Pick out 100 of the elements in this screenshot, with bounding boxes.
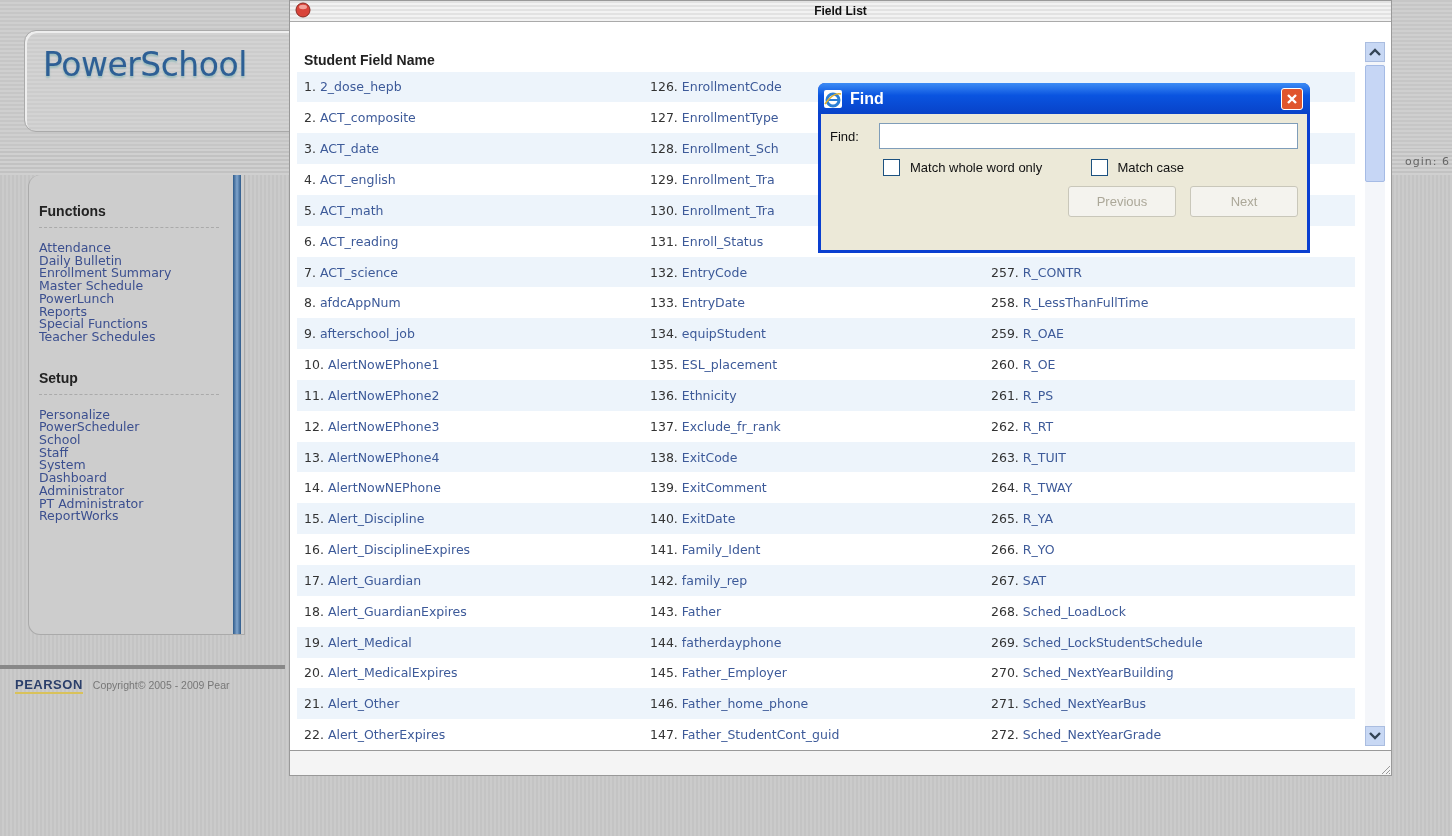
field-link[interactable]: 16. Alert_DisciplineExpires bbox=[304, 542, 471, 558]
field-link[interactable]: 126. EnrollmentCode bbox=[650, 79, 782, 95]
field-link[interactable]: 11. AlertNowEPhone2 bbox=[304, 387, 440, 403]
field-link[interactable]: 15. Alert_Discipline bbox=[304, 511, 425, 527]
field-link[interactable]: 139. ExitComment bbox=[650, 480, 767, 496]
field-link[interactable]: 3. ACT_date bbox=[304, 141, 380, 157]
field-link[interactable]: 272. Sched_NextYearGrade bbox=[991, 727, 1162, 743]
field-link[interactable]: 146. Father_home_phone bbox=[650, 696, 809, 712]
field-link[interactable]: 5. ACT_math bbox=[304, 202, 384, 218]
sidebar-link[interactable]: Enrollment Summary bbox=[39, 267, 172, 281]
field-link[interactable]: 137. Exclude_fr_rank bbox=[650, 418, 781, 434]
field-link[interactable]: 145. Father_Employer bbox=[650, 665, 787, 681]
field-link[interactable]: 258. R_LessThanFullTime bbox=[991, 295, 1149, 311]
field-link[interactable]: 267. SAT bbox=[991, 572, 1047, 588]
close-button[interactable] bbox=[1281, 87, 1303, 110]
checkbox[interactable] bbox=[883, 159, 900, 176]
field-link[interactable]: 135. ESL_placement bbox=[650, 357, 778, 373]
resize-grip-icon[interactable] bbox=[1379, 763, 1391, 775]
field-link[interactable]: 264. R_TWAY bbox=[991, 480, 1073, 496]
field-link[interactable]: 131. Enroll_Status bbox=[650, 233, 764, 249]
copyright-text: Copyright© 2005 - 2009 Pear bbox=[92, 679, 230, 691]
field-link[interactable]: 9. afterschool_job bbox=[304, 326, 415, 342]
sidebar-link[interactable]: Dashboard bbox=[39, 472, 107, 485]
sidebar-link[interactable]: Administrator bbox=[39, 484, 125, 498]
window-title: Field List bbox=[814, 4, 867, 18]
checkbox[interactable] bbox=[1090, 159, 1108, 176]
chevron-down-icon bbox=[1369, 732, 1381, 740]
field-link[interactable]: 133. EntryDate bbox=[650, 295, 745, 311]
sidebar-link[interactable]: PT Administrator bbox=[39, 497, 144, 511]
checkbox-label: Match whole word only bbox=[910, 160, 1043, 175]
field-link[interactable]: 22. Alert_OtherExpires bbox=[304, 727, 446, 743]
field-link[interactable]: 271. Sched_NextYearBus bbox=[991, 696, 1147, 712]
field-link[interactable]: 138. ExitCode bbox=[650, 449, 738, 465]
field-link[interactable]: 142. family_rep bbox=[650, 572, 748, 588]
find-field[interactable] bbox=[878, 123, 1298, 149]
field-link[interactable]: 2. ACT_composite bbox=[304, 110, 416, 126]
field-link[interactable]: 13. AlertNowEPhone4 bbox=[304, 449, 440, 465]
scroll-down-button[interactable] bbox=[1365, 726, 1385, 746]
chevron-up-icon bbox=[1369, 48, 1381, 56]
sidebar-link[interactable]: ReportWorks bbox=[39, 510, 119, 523]
field-link[interactable]: 262. R_RT bbox=[991, 418, 1054, 434]
field-link[interactable]: 21. Alert_Other bbox=[304, 696, 400, 712]
field-link[interactable]: 20. Alert_MedicalExpires bbox=[304, 665, 458, 681]
sidebar-link[interactable]: Daily Bulletin bbox=[39, 254, 123, 268]
login-text: ogin: 6 bbox=[1405, 155, 1450, 168]
sidebar-link[interactable]: Staff bbox=[39, 446, 69, 460]
field-link[interactable]: 19. Alert_Medical bbox=[304, 634, 412, 650]
scrollbar[interactable] bbox=[1365, 42, 1385, 746]
field-link[interactable]: 12. AlertNowEPhone3 bbox=[304, 418, 440, 434]
field-link[interactable]: 132. EntryCode bbox=[650, 264, 748, 280]
sidebar-link[interactable]: Master Schedule bbox=[39, 280, 144, 293]
field-link[interactable]: 7. ACT_science bbox=[304, 264, 398, 280]
list-heading: Student Field Name bbox=[303, 52, 435, 70]
field-link[interactable]: 8. afdcAppNum bbox=[304, 295, 401, 311]
field-link[interactable]: 144. fatherdayphone bbox=[650, 634, 782, 650]
field-link[interactable]: 141. Family_Ident bbox=[650, 542, 761, 558]
sidebar-link[interactable]: Teacher Schedules bbox=[39, 330, 156, 344]
sidebar-link[interactable]: PowerScheduler bbox=[39, 421, 140, 435]
field-link[interactable]: 4. ACT_english bbox=[304, 171, 396, 187]
field-link[interactable]: 128. Enrollment_Sch bbox=[650, 141, 779, 157]
field-link[interactable]: 268. Sched_LoadLock bbox=[991, 603, 1126, 619]
field-link[interactable]: 127. EnrollmentType bbox=[650, 110, 779, 126]
field-link[interactable]: 263. R_TUIT bbox=[991, 449, 1066, 465]
field-link[interactable]: 18. Alert_GuardianExpires bbox=[304, 603, 467, 619]
field-link[interactable]: 130. Enrollment_Tra bbox=[650, 202, 775, 218]
section-heading: Setup bbox=[39, 369, 219, 395]
field-link[interactable]: 269. Sched_LockStudentSchedule bbox=[991, 634, 1203, 650]
close-icon bbox=[1286, 92, 1298, 105]
find-label: Find: bbox=[830, 128, 859, 144]
logo: PowerSchool bbox=[43, 45, 247, 84]
browser-icon bbox=[822, 87, 844, 110]
field-link[interactable]: 261. R_PS bbox=[991, 387, 1054, 403]
sidebar-link[interactable]: Special Functions bbox=[39, 318, 148, 331]
close-icon[interactable] bbox=[295, 2, 311, 18]
brand-logo: PEARSON bbox=[15, 676, 83, 694]
field-link[interactable]: 129. Enrollment_Tra bbox=[650, 171, 775, 187]
field-link[interactable]: 134. equipStudent bbox=[650, 326, 766, 342]
field-link[interactable]: 136. Ethnicity bbox=[650, 387, 737, 403]
sidebar-link[interactable]: Reports bbox=[39, 305, 87, 319]
field-link[interactable]: 17. Alert_Guardian bbox=[304, 572, 422, 588]
field-link[interactable]: 266. R_YO bbox=[991, 542, 1055, 558]
field-link[interactable]: 14. AlertNowNEPhone bbox=[304, 480, 441, 496]
scroll-thumb[interactable] bbox=[1365, 65, 1385, 182]
scroll-up-button[interactable] bbox=[1365, 42, 1385, 62]
field-link[interactable]: 265. R_YA bbox=[991, 511, 1053, 527]
field-link[interactable]: 260. R_OE bbox=[991, 357, 1056, 373]
sidebar-link[interactable]: System bbox=[39, 459, 86, 473]
sidebar-link[interactable]: Personalize bbox=[39, 408, 110, 422]
sidebar-link[interactable]: PowerLunch bbox=[39, 292, 115, 306]
sidebar-link[interactable]: Attendance bbox=[39, 242, 111, 255]
field-link[interactable]: 147. Father_StudentCont_guid bbox=[650, 727, 840, 743]
field-link[interactable]: 1. 2_dose_hepb bbox=[304, 79, 402, 95]
field-link[interactable]: 143. Father bbox=[650, 603, 722, 619]
field-link[interactable]: 10. AlertNowEPhone1 bbox=[304, 357, 440, 373]
field-link[interactable]: 140. ExitDate bbox=[650, 511, 736, 527]
sidebar-link[interactable]: School bbox=[39, 434, 81, 447]
field-link[interactable]: 257. R_CONTR bbox=[991, 264, 1082, 280]
field-link[interactable]: 259. R_OAE bbox=[991, 326, 1064, 342]
field-link[interactable]: 270. Sched_NextYearBuilding bbox=[991, 665, 1174, 681]
field-link[interactable]: 6. ACT_reading bbox=[304, 233, 399, 249]
